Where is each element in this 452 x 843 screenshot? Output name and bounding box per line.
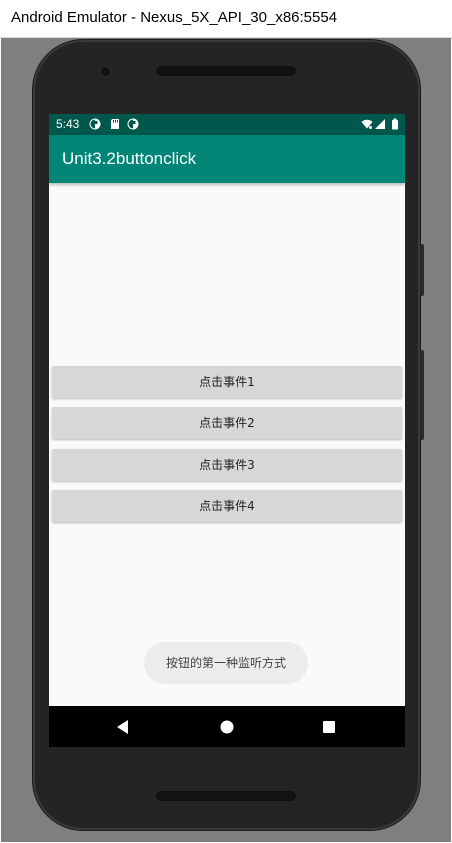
emulator-window-titlebar[interactable]: Android Emulator - Nexus_5X_API_30_x86:5… <box>0 0 452 38</box>
device-screen: 5:43 Unit3.2buttonclick 点击事件1 点击事件2 点击事件… <box>49 114 405 747</box>
click-event-1-button[interactable]: 点击事件1 <box>52 366 402 398</box>
click-event-2-button[interactable]: 点击事件2 <box>52 407 402 439</box>
front-camera <box>101 67 110 76</box>
click-event-4-button[interactable]: 点击事件4 <box>52 490 402 522</box>
toast-message: 按钮的第一种监听方式 <box>144 642 308 684</box>
recents-square-icon[interactable] <box>318 716 340 738</box>
sd-card-icon <box>111 119 119 129</box>
back-triangle-icon[interactable] <box>112 716 134 738</box>
status-time: 5:43 <box>56 117 80 131</box>
wifi-icon <box>361 119 373 129</box>
sync-icon <box>127 118 139 130</box>
navigation-bar <box>49 706 405 747</box>
volume-button[interactable] <box>420 350 424 440</box>
battery-icon <box>392 118 398 130</box>
earpiece-speaker <box>156 66 296 76</box>
sync-icon <box>89 118 101 130</box>
power-button[interactable] <box>420 244 424 296</box>
home-circle-icon[interactable] <box>216 716 238 738</box>
bottom-speaker <box>156 791 296 801</box>
click-event-3-button[interactable]: 点击事件3 <box>52 449 402 481</box>
cell-signal-icon <box>375 119 385 129</box>
status-bar: 5:43 <box>49 114 405 135</box>
app-title: Unit3.2buttonclick <box>62 149 197 168</box>
app-bar: Unit3.2buttonclick <box>49 135 405 183</box>
window-title: Android Emulator - Nexus_5X_API_30_x86:5… <box>11 9 338 26</box>
